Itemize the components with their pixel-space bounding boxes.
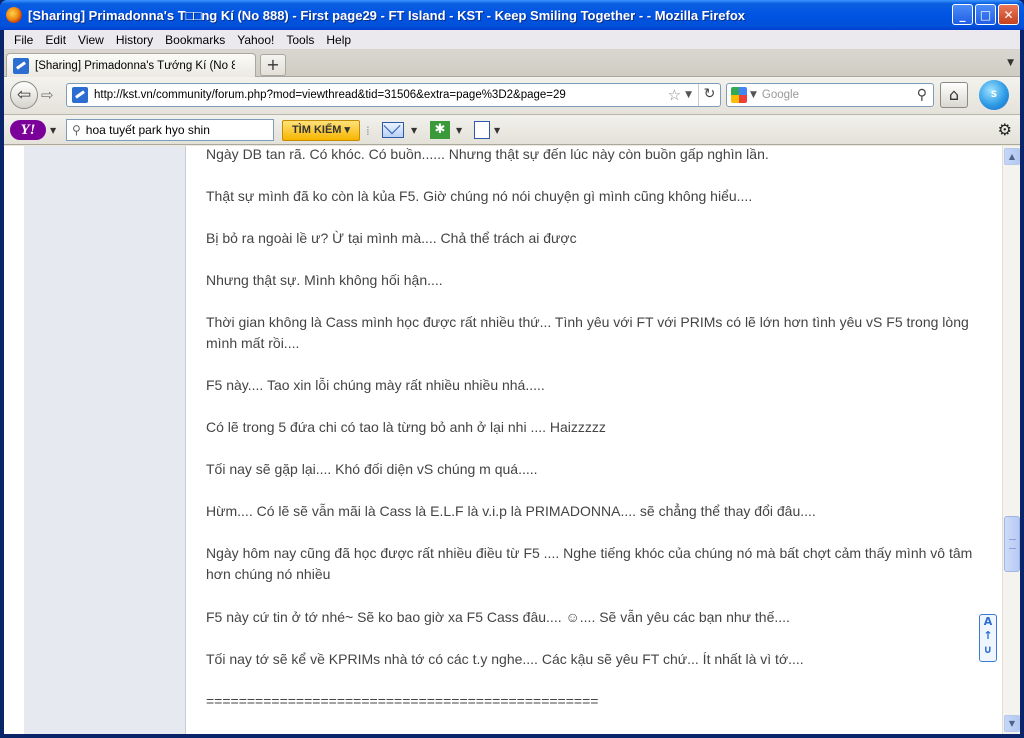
google-engine-icon[interactable] [731,87,747,103]
skype-extension-icon[interactable]: S [979,80,1009,110]
yahoo-search-input[interactable]: hoa tuyết park hyo shin [86,123,210,137]
yahoo-search-field[interactable]: ⚲ hoa tuyết park hyo shin [66,119,274,141]
new-tab-button[interactable]: + [260,54,286,76]
gear-icon[interactable]: ⚙ [998,120,1012,139]
menu-edit[interactable]: Edit [39,33,72,47]
minimize-button[interactable]: _ [952,4,973,25]
post-author-sidebar [24,146,186,734]
scroll-thumb[interactable] [1004,516,1020,572]
bookmarks-star-icon[interactable]: ✱ [430,121,450,139]
post-line: Tối nay tớ sẽ kể về KPRIMs nhà tớ có các… [206,651,804,667]
window-controls: _ □ ✕ [952,4,1019,25]
scroll-up-button[interactable]: ▲ [1004,148,1020,165]
post-line: Thật sự mình đã ko còn là kủa F5. Giờ ch… [206,188,753,204]
url-input[interactable]: http://kst.vn/community/forum.php?mod=vi… [94,89,668,101]
vertical-scrollbar[interactable]: ▲ ▼ [1002,146,1020,734]
post-line: F5 này.... Tao xin lỗi chúng mày rất nhi… [206,377,545,393]
menu-bookmarks[interactable]: Bookmarks [159,33,231,47]
post-line: Có lẽ trong 5 đứa chi có tao là từng bỏ … [206,419,606,435]
mail-chevron-icon[interactable]: ▼ [411,126,417,135]
post-line: Ngày DB tan rã. Có khóc. Có buồn...... N… [206,146,769,162]
search-engine-chevron-icon[interactable]: ▼ [750,90,757,100]
post-line: Nhưng thật sự. Mình không hối hận.... [206,272,443,288]
site-favicon-icon [13,57,29,74]
window-title: [Sharing] Primadonna's T□□ng Kí (No 888)… [28,7,746,23]
post-separator: ========================================… [206,693,599,709]
page-content: Ngày DB tan rã. Có khóc. Có buồn...... N… [4,146,1002,734]
back-button[interactable]: ⇦ [10,81,38,109]
menu-view[interactable]: View [72,33,110,47]
close-button[interactable]: ✕ [998,4,1019,25]
tab-active[interactable]: [Sharing] Primadonna's Tướng Kí (No 888)… [6,53,256,77]
menu-help[interactable]: Help [320,33,357,47]
tab-list-chevron-icon[interactable]: ▼ [1007,58,1014,68]
post-line: Ngày hôm nay cũng đã học được rất nhiều … [206,545,973,582]
yahoo-menu-chevron-icon[interactable]: ▼ [50,126,56,135]
yahoo-search-icon: ⚲ [72,123,81,137]
url-bar[interactable]: http://kst.vn/community/forum.php?mod=vi… [66,83,721,107]
search-input[interactable]: Google [762,89,917,101]
bookmark-star-icon[interactable]: ☆ [668,86,681,104]
menu-bar: File Edit View History Bookmarks Yahoo! … [4,30,1020,50]
maximize-button[interactable]: □ [975,4,996,25]
firefox-icon [6,7,22,23]
navigation-toolbar: ⇦ ⇨ http://kst.vn/community/forum.php?mo… [4,77,1020,115]
url-history-chevron-icon[interactable]: ▼ [685,90,692,100]
home-button[interactable]: ⌂ [940,82,968,108]
site-identity-icon[interactable] [72,87,88,103]
post-line: Hừm.... Có lẽ sẽ vẫn mãi là Cass là E.L.… [206,503,816,519]
tab-label: [Sharing] Primadonna's Tướng Kí (No 888)… [35,59,235,72]
yahoo-search-button-label: TÌM KIẾM [291,124,342,136]
yahoo-search-button[interactable]: TÌM KIẾM ▾ [282,120,360,141]
pages-chevron-icon[interactable]: ▼ [494,126,500,135]
forward-button[interactable]: ⇨ [41,86,54,104]
reload-button[interactable]: ↻ [698,84,720,106]
menu-history[interactable]: History [110,33,159,47]
font-size-widget[interactable]: A ↑ ∪ [979,614,997,662]
tab-strip: [Sharing] Primadonna's Tướng Kí (No 888)… [4,50,1020,77]
post-line: Tối nay sẽ gặp lại.... Khó đối diện vS c… [206,461,538,477]
post-line: Bị bỏ ra ngoài lề ư? Ừ tại mình mà.... C… [206,230,577,246]
yahoo-logo[interactable]: Y! [10,120,46,140]
post-line: Thời gian không là Cass mình học được rấ… [206,314,969,351]
web-search-box[interactable]: ▼ Google ⚲ [726,83,934,107]
toolbar-grip-icon: ⁞ [366,124,370,138]
menu-file[interactable]: File [8,33,39,47]
bookmarks-chevron-icon[interactable]: ▼ [456,126,462,135]
search-icon[interactable]: ⚲ [917,87,927,103]
browser-window: File Edit View History Bookmarks Yahoo! … [4,30,1020,734]
window-title-bar[interactable]: [Sharing] Primadonna's T□□ng Kí (No 888)… [0,0,1024,30]
mail-icon[interactable] [382,122,404,138]
menu-yahoo[interactable]: Yahoo! [231,33,280,47]
menu-tools[interactable]: Tools [280,33,320,47]
pages-icon[interactable] [474,121,490,139]
back-arrow-icon: ⇦ [16,85,32,105]
yahoo-toolbar: Y! ▼ ⚲ hoa tuyết park hyo shin TÌM KIẾM … [4,115,1020,145]
scroll-down-button[interactable]: ▼ [1004,715,1020,732]
post-line: F5 này cứ tin ở tớ nhé~ Sẽ ko bao giờ xa… [206,609,790,625]
